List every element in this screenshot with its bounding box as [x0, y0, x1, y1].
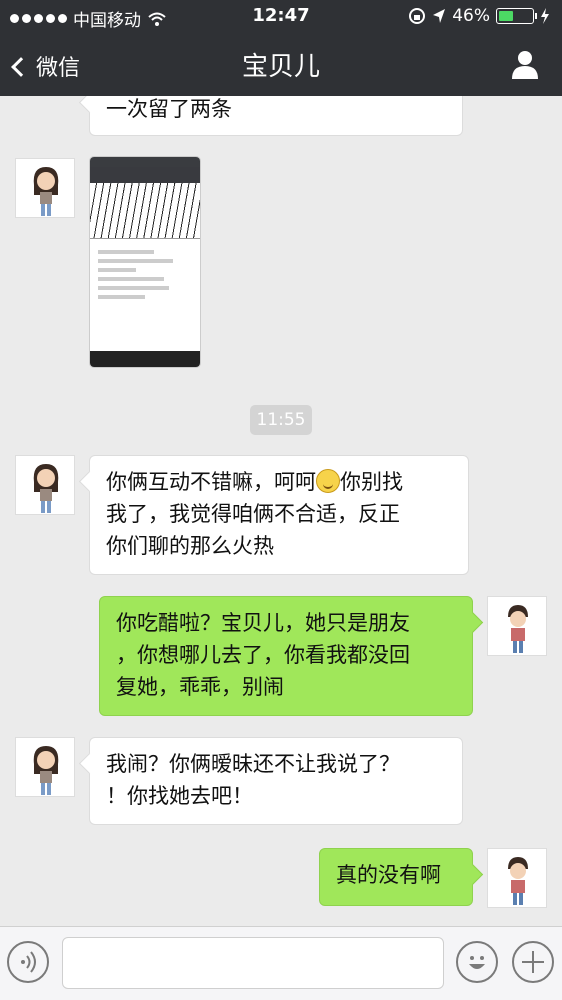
chat-area[interactable]: 一次留了两条 11:55 你俩互动不错嘛，呵呵 你别找 我了，我觉得咱俩不合适，…	[0, 96, 562, 926]
smile-emoji-icon	[316, 469, 340, 493]
emoji-button[interactable]	[456, 941, 498, 983]
message-line: 我闹？你俩暧昧还不让我说了？	[106, 752, 400, 776]
avatar-boy-image	[508, 605, 528, 653]
avatar-girl-image	[33, 167, 59, 216]
chat-title: 宝贝儿	[241, 52, 320, 82]
message-line: ！你找她去吧！	[106, 784, 253, 808]
thumbnail-navbar	[90, 351, 200, 367]
image-message[interactable]	[89, 156, 201, 368]
orientation-lock-icon	[409, 8, 426, 24]
message-line: 我了，我觉得咱俩不合适，反正	[106, 502, 400, 526]
input-bar	[0, 926, 562, 1000]
thumbnail-cover	[90, 183, 200, 239]
message-bubble-outgoing[interactable]: 真的没有啊	[319, 848, 473, 906]
message-text: 你俩互动不错嘛，呵呵	[106, 470, 316, 494]
emoji-icon	[469, 956, 485, 969]
plus-button[interactable]	[512, 941, 554, 983]
avatar-self[interactable]	[487, 596, 547, 656]
message-line: 你吃醋啦？宝贝儿，她只是朋友	[116, 611, 410, 635]
plus-icon	[522, 951, 544, 973]
avatar-girl-image	[33, 464, 59, 513]
battery-fill	[499, 11, 514, 21]
message-input[interactable]	[62, 937, 444, 989]
person-icon[interactable]	[510, 48, 540, 80]
avatar-contact[interactable]	[15, 737, 75, 797]
voice-button[interactable]	[7, 941, 49, 983]
timestamp-badge: 11:55	[250, 405, 312, 435]
message-line: 真的没有啊	[336, 863, 441, 887]
avatar-contact[interactable]	[15, 455, 75, 515]
status-bar: 中国移动 12:47 46%	[0, 0, 562, 34]
location-icon	[433, 9, 446, 23]
battery-icon	[496, 8, 537, 24]
message-bubble-outgoing[interactable]: 你吃醋啦？宝贝儿，她只是朋友 ，你想哪儿去了，你看我都没回 复她，乖乖，别闹	[99, 596, 473, 716]
thumbnail-content	[90, 239, 200, 310]
voice-icon	[21, 951, 36, 973]
message-text: 一次留了两条	[106, 97, 232, 121]
message-line: 你们聊的那么火热	[106, 534, 274, 558]
message-bubble-incoming[interactable]: 你俩互动不错嘛，呵呵 你别找 我了，我觉得咱俩不合适，反正 你们聊的那么火热	[89, 455, 469, 575]
thumbnail-header	[90, 167, 200, 183]
message-bubble-incoming[interactable]: 一次留了两条	[89, 96, 463, 136]
charging-icon	[541, 8, 549, 24]
message-bubble-incoming[interactable]: 我闹？你俩暧昧还不让我说了？ ！你找她去吧！	[89, 737, 463, 825]
nav-bar: 微信 宝贝儿	[0, 34, 562, 96]
message-text: 你别找	[340, 470, 403, 494]
top-bar: 中国移动 12:47 46% 微信 宝贝儿	[0, 0, 562, 96]
thumbnail-status	[90, 157, 200, 167]
message-line: ，你想哪儿去了，你看我都没回	[116, 643, 410, 667]
battery-percent: 46%	[452, 6, 490, 26]
status-right: 46%	[408, 6, 550, 26]
message-line: 你俩互动不错嘛，呵呵 你别找	[106, 466, 452, 498]
message-line: 复她，乖乖，别闹	[116, 675, 284, 699]
avatar-boy-image	[508, 857, 528, 905]
avatar-girl-image	[33, 746, 59, 795]
avatar-contact[interactable]	[15, 158, 75, 218]
avatar-self[interactable]	[487, 848, 547, 908]
